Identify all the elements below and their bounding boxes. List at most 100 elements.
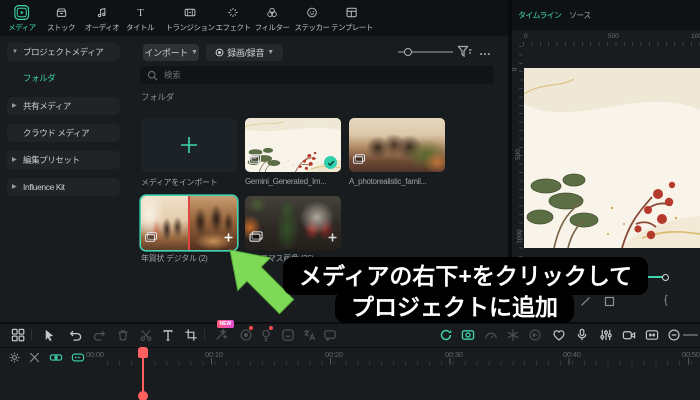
crop-icon[interactable] [183, 327, 198, 342]
freeze-icon[interactable] [505, 327, 520, 342]
tile-label-import: メディアをインポート [141, 178, 218, 187]
chevron-down-icon: ▼ [267, 49, 274, 56]
camera-icon[interactable] [621, 327, 636, 342]
sidebar-item-edit-presets[interactable]: ▶ 編集プリセット [7, 151, 120, 169]
templates-icon [345, 5, 360, 20]
chevron-right-icon: ▶ [12, 184, 17, 190]
captions-icon[interactable] [322, 327, 337, 342]
sidebar-item-shared-media[interactable]: ▶ 共有メディア [7, 97, 120, 115]
tab-media[interactable]: メディア [8, 5, 36, 33]
filters-icon [264, 5, 279, 20]
redo-icon[interactable] [92, 327, 107, 342]
cursor-tool-icon[interactable] [41, 327, 56, 342]
chevron-down-icon: ▼ [12, 49, 18, 55]
media-tile-gemini[interactable] [245, 118, 341, 172]
tile-label-nenga: 年賀状 デジタル (2) [141, 254, 208, 263]
shape-tool-icon[interactable] [604, 296, 615, 310]
text-tool-icon[interactable] [160, 327, 175, 342]
expand-track-icon[interactable] [644, 327, 659, 342]
split-icon[interactable] [138, 327, 153, 342]
tab-transition[interactable]: トランジション [166, 5, 215, 33]
record-icon [215, 48, 224, 57]
sidebar-item-folder[interactable]: フォルダ [7, 69, 120, 87]
media-tile-family-photo[interactable] [349, 118, 445, 172]
timeline-ruler-major [211, 358, 700, 365]
delete-icon[interactable] [115, 327, 130, 342]
chevron-right-icon: ▶ [12, 103, 17, 109]
tab-templates[interactable]: テンプレート [331, 5, 373, 33]
tile-label-family: A_photorealistic_famil... [349, 177, 427, 186]
svg-text:T: T [137, 8, 144, 19]
auto-snap-icon[interactable] [71, 350, 85, 364]
line-tool-icon[interactable] [580, 296, 591, 310]
mixer-icon[interactable] [598, 327, 613, 342]
tab-audio[interactable]: オーディオ [85, 5, 120, 33]
import-media-tile[interactable] [141, 118, 237, 172]
playhead-knob[interactable] [138, 391, 148, 400]
more-options-icon[interactable]: … [479, 44, 492, 58]
playhead-line [142, 356, 144, 392]
tab-stock[interactable]: ストック [47, 5, 76, 33]
media-icon [14, 5, 29, 20]
image-stack-icon [249, 151, 261, 169]
chevron-down-icon: ▼ [190, 49, 198, 56]
sidebar-item-cloud-media[interactable]: クラウド メディア [7, 124, 120, 142]
link-clips-icon[interactable] [49, 350, 63, 364]
image-stack-icon [353, 151, 365, 169]
reverse-icon[interactable] [527, 327, 542, 342]
brace-icon[interactable]: { [664, 294, 668, 306]
effects-icon [226, 5, 241, 20]
title-icon: T [133, 5, 148, 20]
tab-stickers[interactable]: ステッカー [295, 5, 330, 33]
timecode-00-10: 00:10 [205, 350, 223, 359]
preview-zoom-knob[interactable] [662, 273, 669, 281]
import-button[interactable]: インポート ▼ [143, 44, 199, 61]
timecode-00-30: 00:30 [445, 350, 463, 359]
tab-filters[interactable]: フィルター [255, 5, 290, 33]
preview-zoom-slider[interactable] [646, 276, 663, 278]
beat-icon[interactable] [551, 327, 566, 342]
plus-icon [181, 137, 197, 153]
layout-grid-icon[interactable] [10, 327, 25, 342]
thumb-divider [188, 196, 190, 250]
record-button[interactable]: 録画/録音 ▼ [206, 44, 283, 61]
tab-effects[interactable]: エフェクト [216, 5, 251, 33]
unlink-preview-icon[interactable] [27, 350, 41, 364]
folder-section-label: フォルダ [141, 92, 174, 102]
stock-icon [54, 5, 69, 20]
voiceover-mic-icon[interactable] [574, 327, 589, 342]
translate-icon[interactable] [301, 327, 316, 342]
transition-icon [183, 5, 198, 20]
tooltip-line2: プロジェクトに追加 [335, 292, 574, 323]
selected-check-icon [324, 156, 337, 169]
undo-icon[interactable] [67, 327, 82, 342]
timeline-settings-gear-icon[interactable] [7, 350, 21, 364]
search-icon [147, 70, 158, 81]
stickers-icon [305, 5, 320, 20]
timeline-panel [0, 347, 700, 400]
tile-label-gemini: Gemini_Generated_Im... [245, 177, 326, 186]
tab-title[interactable]: T タイトル [126, 5, 155, 33]
chevron-right-icon: ▶ [12, 157, 17, 163]
sidebar-item-project-media[interactable]: ▼ プロジェクトメディア [7, 43, 120, 61]
filter-icon[interactable] [457, 45, 472, 64]
slider-knob[interactable] [404, 47, 412, 56]
sidebar-item-influence-kit[interactable]: ▶ Influence Kit [7, 178, 120, 196]
timeline-zoom-slider[interactable] [683, 334, 698, 336]
horizontal-ruler: 0 500 1000 [523, 33, 700, 46]
search-input[interactable]: 検索 [140, 66, 494, 84]
audio-icon [94, 5, 109, 20]
tab-source[interactable]: ソース [569, 10, 591, 21]
speed-icon[interactable] [483, 327, 498, 342]
newyear-card-preview [523, 68, 700, 249]
toolbar-separator [31, 329, 32, 340]
loop-playback-icon[interactable] [438, 327, 453, 342]
add-to-project-icon[interactable] [327, 230, 338, 248]
tab-timeline[interactable]: タイムライン [518, 10, 562, 21]
preview-canvas-image[interactable] [523, 68, 700, 249]
mask-icon[interactable] [460, 327, 475, 342]
zoom-out-icon[interactable] [666, 327, 681, 342]
timecode-00-50: 00:50 [682, 350, 700, 359]
timecode-00-40: 00:40 [563, 350, 581, 359]
tooltip-line1: メディアの右下+をクリックして [283, 257, 649, 295]
